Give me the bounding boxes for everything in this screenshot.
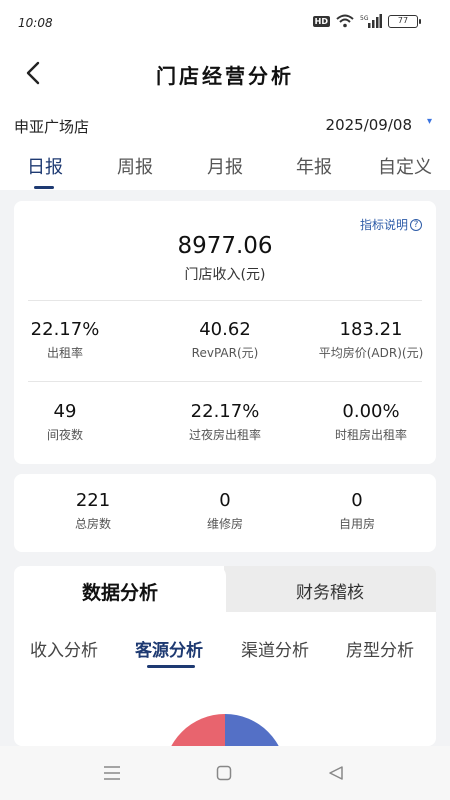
metric-label: 维修房 (206, 517, 243, 531)
store-row: 申亚广场店 2025/09/08 ▾ (0, 98, 450, 143)
menu-icon (104, 766, 120, 780)
segment-finance-audit[interactable]: 财务稽核 (224, 578, 436, 603)
page-title: 门店经营分析 (156, 64, 294, 88)
analysis-section: 数据分析 财务稽核 收入分析 客源分析 渠道分析 房型分析 (14, 566, 436, 746)
back-triangle-icon (329, 766, 343, 780)
metric-overnight-occupancy: 22.17% 过夜房出租率 (155, 401, 295, 443)
active-tab-indicator (34, 186, 54, 189)
summary-card: 指标说明 ? 8977.06 门店收入(元) 22.17% 出租率 40.62 … (14, 201, 436, 464)
chevron-down-icon[interactable]: ▾ (427, 116, 432, 127)
tab-daily[interactable]: 日报 (27, 153, 63, 179)
subtab-channel-analysis[interactable]: 渠道分析 (241, 636, 309, 661)
metric-label: 过夜房出租率 (188, 428, 261, 442)
metric-value: 40.62 (199, 319, 251, 340)
metric-room-nights: 49 间夜数 (0, 401, 135, 443)
metric-label: 自用房 (338, 517, 375, 531)
metric-value: 49 (53, 401, 77, 422)
divider (28, 300, 422, 301)
pie-slice-right (225, 714, 279, 746)
metric-value: 22.17% (190, 401, 260, 422)
metric-value: 0 (219, 490, 231, 511)
system-nav-bar (0, 746, 450, 800)
metric-label: RevPAR(元) (191, 346, 259, 360)
home-button[interactable] (212, 762, 236, 784)
tab-custom[interactable]: 自定义 (378, 153, 432, 179)
metric-value: 221 (75, 490, 111, 511)
metric-total-rooms: 221 总房数 (23, 490, 163, 532)
active-subtab-indicator (147, 665, 195, 668)
metric-occupancy: 22.17% 出租率 (0, 319, 135, 361)
status-icons: HD 5G 77 (312, 14, 421, 28)
tab-yearly[interactable]: 年报 (296, 153, 332, 179)
metric-value: 22.17% (30, 319, 100, 340)
period-tabs: 日报 周报 月报 年报 自定义 (0, 143, 450, 190)
rooms-card: 221 总房数 0 维修房 0 自用房 (14, 474, 436, 552)
metric-label: 总房数 (74, 517, 111, 531)
date-picker[interactable]: 2025/09/08 (326, 116, 412, 134)
battery-icon: 77 (388, 14, 421, 28)
metric-value: 0 (351, 490, 363, 511)
wifi-icon (336, 14, 354, 28)
indicator-help-link[interactable]: 指标说明 ? (360, 216, 422, 233)
pie-slice-left (171, 714, 225, 746)
status-bar: 10:08 HD 5G 77 (0, 0, 450, 48)
revenue-value: 8977.06 (177, 233, 273, 259)
home-square-icon (216, 765, 232, 781)
back-system-button[interactable] (324, 762, 348, 784)
tab-monthly[interactable]: 月报 (207, 153, 243, 179)
metric-label: 时租房出租率 (334, 428, 407, 442)
subtab-revenue-analysis[interactable]: 收入分析 (30, 636, 98, 661)
question-circle-icon: ? (410, 218, 422, 231)
metric-maintenance-rooms: 0 维修房 (155, 490, 295, 532)
nav-bar: 门店经营分析 (0, 48, 450, 98)
indicator-help-label: 指标说明 (359, 218, 408, 232)
metric-self-use-rooms: 0 自用房 (287, 490, 427, 532)
metric-label: 出租率 (46, 346, 83, 360)
segment-data-analysis-label[interactable]: 数据分析 (14, 578, 226, 605)
revenue-label: 门店收入(元) (184, 267, 266, 283)
metric-adr: 183.21 平均房价(ADR)(元) (301, 319, 441, 361)
subtab-guest-source-analysis[interactable]: 客源分析 (135, 636, 203, 661)
store-name[interactable]: 申亚广场店 (14, 116, 89, 137)
metric-revpar: 40.62 RevPAR(元) (155, 319, 295, 361)
menu-button[interactable] (100, 762, 124, 784)
tab-weekly[interactable]: 周报 (117, 153, 153, 179)
hd-badge: HD (312, 15, 330, 27)
metric-label: 间夜数 (46, 428, 83, 442)
cellular-signal-icon: 5G (360, 14, 382, 28)
metric-label: 平均房价(ADR)(元) (318, 346, 424, 360)
divider (28, 381, 422, 382)
subtab-room-type-analysis[interactable]: 房型分析 (346, 636, 414, 661)
status-time: 10:08 (18, 16, 53, 30)
metric-value: 0.00% (342, 401, 400, 422)
metric-value: 183.21 (339, 319, 403, 340)
signal-type-label: 5G (360, 15, 369, 22)
guest-source-pie-chart (171, 714, 279, 746)
metric-hourly-occupancy: 0.00% 时租房出租率 (301, 401, 441, 443)
